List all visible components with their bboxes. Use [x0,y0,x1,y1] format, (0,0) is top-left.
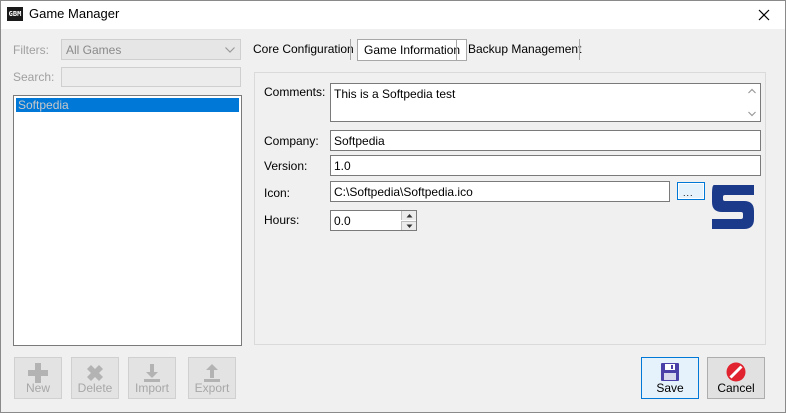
game-information-panel: Comments: This is a Softpedia test Compa… [254,72,766,345]
save-button[interactable]: Save [641,357,699,399]
hours-spinner[interactable]: 0.0 [330,210,417,231]
comments-value: This is a Softpedia test [334,87,456,101]
game-list[interactable]: Softpedia [13,95,242,346]
search-label: Search: [13,70,55,84]
filters-selected-value: All Games [66,43,122,57]
cancel-icon [726,362,746,382]
icon-label: Icon: [264,186,291,200]
cancel-button[interactable]: Cancel [707,357,765,399]
hours-label: Hours: [264,213,300,227]
tab-backup-management[interactable]: Backup Management [468,39,581,61]
comments-scrollbar[interactable] [744,84,760,121]
icon-path-field[interactable]: C:\Softpedia\Softpedia.ico [330,181,670,202]
close-icon [758,9,770,21]
chevron-down-icon [225,47,235,53]
comments-field[interactable]: This is a Softpedia test [330,83,761,122]
caret-up-icon [406,214,413,218]
import-button[interactable]: Import [128,357,176,399]
title-bar: GBM Game Manager [1,1,785,29]
cancel-label: Cancel [717,381,755,395]
delete-button[interactable]: Delete [71,357,119,399]
hours-value: 0.0 [334,214,351,228]
browse-label: ... [683,188,694,198]
list-item[interactable]: Softpedia [16,98,239,112]
scroll-down-icon [748,111,756,117]
scroll-up-icon [748,88,756,94]
version-field[interactable]: 1.0 [330,155,761,176]
tab-divider [456,39,457,60]
app-icon: GBM [7,7,23,21]
new-label: New [25,381,50,395]
company-label: Company: [264,134,319,148]
browse-icon-button[interactable]: ... [677,182,705,200]
softpedia-logo-icon [712,185,754,229]
search-input[interactable] [61,67,241,87]
new-button[interactable]: New [14,357,62,399]
hours-decrement-button[interactable] [401,221,416,230]
export-label: Export [194,381,230,395]
hours-increment-button[interactable] [401,211,416,220]
comments-label: Comments: [264,85,326,99]
delete-label: Delete [77,381,113,395]
filters-label: Filters: [13,43,49,57]
game-manager-window: GBM Game Manager Filters: All Games Sear… [0,0,786,413]
window-title: Game Manager [29,6,120,21]
tab-divider [579,39,580,60]
save-label: Save [656,381,684,395]
caret-down-icon [406,224,413,228]
tab-divider [350,39,351,60]
export-button[interactable]: Export [188,357,236,399]
floppy-disk-icon [661,363,679,381]
company-field[interactable]: Softpedia [330,130,761,151]
tab-game-information[interactable]: Game Information [357,39,468,61]
import-label: Import [134,381,169,395]
close-button[interactable] [747,1,781,29]
tab-core-configuration[interactable]: Core Configuration [253,39,354,61]
filters-dropdown[interactable]: All Games [61,39,241,60]
version-label: Version: [264,159,308,173]
